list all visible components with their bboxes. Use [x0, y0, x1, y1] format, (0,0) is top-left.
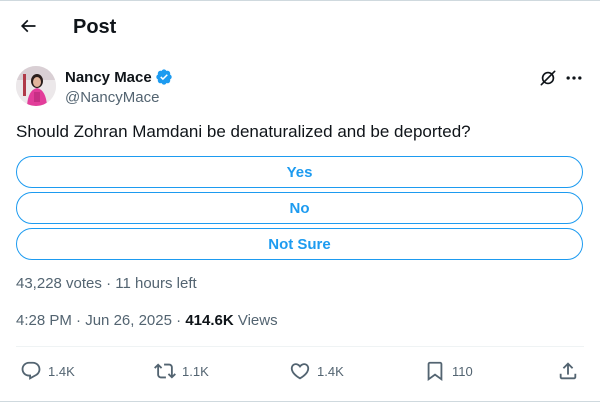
bookmark-button[interactable]: 110 [424, 360, 473, 382]
like-button[interactable]: 1.4K [289, 360, 344, 382]
reply-count: 1.4K [48, 363, 75, 379]
separator: · [106, 275, 112, 292]
grok-icon [540, 70, 556, 86]
back-button[interactable] [14, 12, 42, 40]
separator: · [76, 312, 82, 329]
page-title: Post [73, 16, 117, 38]
poll-votes: 43,228 votes [16, 275, 102, 292]
reply-button[interactable]: 1.4K [20, 360, 75, 382]
more-horizontal-icon [566, 76, 582, 80]
poll-option-no[interactable]: No [16, 192, 583, 224]
arrow-left-icon [20, 19, 36, 33]
action-bar: 1.4K 1.1K 1.4K 110 [0, 356, 600, 388]
poll-meta: 43,228 votes · 11 hours left [16, 275, 197, 292]
post-author: Nancy Mace @NancyMace [16, 64, 584, 112]
views-label: Views [237, 312, 278, 329]
repost-count: 1.1K [182, 363, 209, 379]
post-text: Should Zohran Mamdani be denaturalized a… [16, 122, 471, 141]
poll-option-yes[interactable]: Yes [16, 156, 583, 188]
separator: · [176, 312, 182, 329]
post-time[interactable]: 4:28 PM [16, 312, 72, 329]
bookmark-icon [427, 361, 443, 382]
poll-option-not-sure[interactable]: Not Sure [16, 228, 583, 260]
post-meta: 4:28 PM · Jun 26, 2025 · 414.6K Views [16, 312, 278, 329]
name-row: Nancy Mace [65, 68, 173, 86]
repost-icon [154, 363, 176, 379]
heart-icon [290, 363, 310, 380]
share-icon [559, 362, 577, 380]
divider [16, 346, 584, 347]
verified-badge-icon [156, 69, 172, 85]
share-button[interactable] [557, 360, 579, 382]
bookmark-count: 110 [452, 363, 473, 379]
poll-time-left: 11 hours left [115, 275, 197, 292]
post-header: Post [0, 8, 600, 48]
avatar[interactable] [16, 66, 56, 106]
repost-button[interactable]: 1.1K [154, 360, 209, 382]
top-border [0, 0, 600, 1]
handle[interactable]: @NancyMace [65, 89, 159, 106]
like-count: 1.4K [317, 363, 344, 379]
more-options-button[interactable] [564, 68, 584, 88]
views-count: 414.6K [185, 312, 234, 329]
avatar-image [16, 66, 56, 106]
grok-button[interactable] [538, 68, 558, 88]
display-name[interactable]: Nancy Mace [65, 69, 152, 86]
post-date[interactable]: Jun 26, 2025 [85, 312, 172, 329]
reply-icon [21, 361, 41, 380]
poll: Yes No Not Sure [16, 156, 583, 264]
